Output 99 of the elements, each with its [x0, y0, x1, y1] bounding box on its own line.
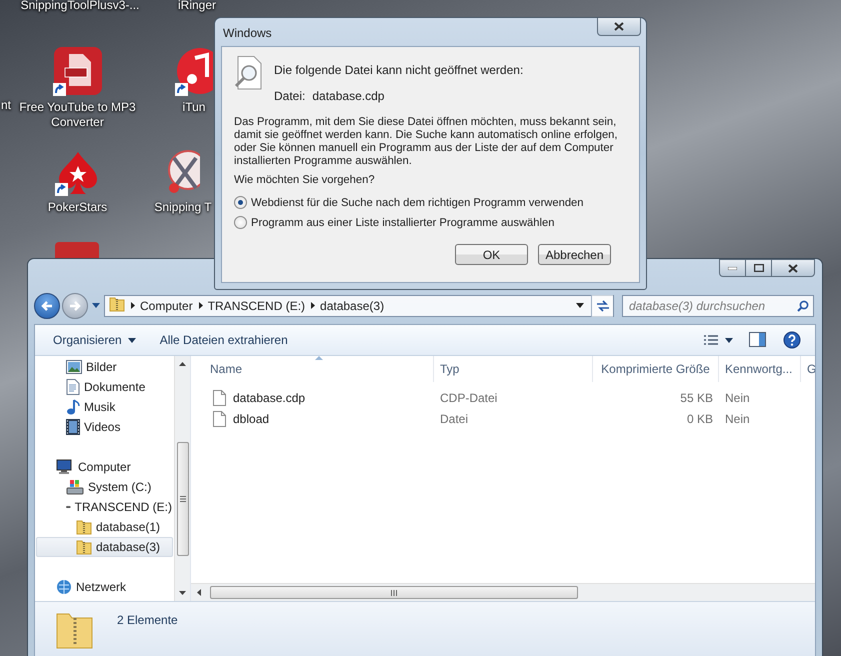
- globe-icon: [56, 579, 72, 595]
- arrow-up-icon: [179, 362, 186, 366]
- ok-button[interactable]: OK: [455, 244, 528, 265]
- chevron-icon: [198, 302, 203, 309]
- file-icon: [213, 410, 226, 426]
- table-cell-text: 55 KB: [679, 390, 714, 404]
- file-label: Datei:: [274, 89, 306, 103]
- drive-icon: [66, 479, 84, 495]
- minimize-button[interactable]: [719, 259, 745, 277]
- column-header[interactable]: Kennwortg...: [719, 356, 801, 382]
- file-row[interactable]: dbload Datei 0 KB Nein: [204, 408, 815, 429]
- dialog-message: Das Programm, mit dem Sie diese Datei öffnen möchten, muss bekannt sein, damit sie geöffnet werden kann. Die Suche kann automatisch online erfolgen, oder Sie können manuell ein Programm aus der Liste der auf dem Computer installierten Programme auswählen.: [234, 116, 619, 168]
- nav-item[interactable]: database(1): [36, 517, 173, 537]
- nav-item[interactable]: database(3): [36, 537, 173, 557]
- desktop-icon-label[interactable]: Free YouTube to MP3 Converter: [15, 100, 140, 130]
- caret-icon: [725, 338, 733, 342]
- search-icon: [797, 300, 809, 312]
- dialog-title: Windows: [223, 26, 272, 40]
- maximize-icon: [754, 264, 764, 272]
- close-icon: [788, 264, 798, 272]
- chevron-icon: [131, 302, 135, 309]
- nav-item[interactable]: Netzwerk: [36, 577, 173, 597]
- arrow-down-icon: [179, 591, 186, 595]
- nav-item[interactable]: Videos: [36, 417, 173, 437]
- file-name: database.cdp: [312, 89, 384, 103]
- desktop-icon-label[interactable]: iRinger: [178, 0, 216, 13]
- nav-item[interactable]: System (C:): [36, 477, 173, 497]
- arrow-left-icon: [196, 589, 200, 596]
- table-cell-text: 0 KB: [686, 412, 714, 426]
- preview-pane-icon: [749, 332, 767, 348]
- address-bar[interactable]: Computer TRANSCEND (E:) database(3): [104, 294, 614, 316]
- desktop-icon-label[interactable]: SnippingToolPlusv3-...: [20, 0, 140, 13]
- close-button[interactable]: [597, 18, 641, 36]
- desktop-icon-label[interactable]: iTun: [182, 100, 206, 115]
- radio-option[interactable]: Webdienst für die Suche nach dem richtigen Programm verwenden: [234, 196, 627, 209]
- zip-folder-icon: [76, 539, 92, 555]
- search-field[interactable]: database(3) durchsuchen: [622, 294, 814, 316]
- breadcrumb-item[interactable]: TRANSCEND (E:): [202, 298, 312, 312]
- table-cell-text: Nein: [724, 390, 751, 404]
- minimize-icon: [728, 266, 737, 270]
- back-arrow-icon: [41, 300, 53, 312]
- breadcrumb-item[interactable]: Computer: [135, 298, 199, 312]
- file-icon: [213, 390, 226, 406]
- nav-item[interactable]: Computer: [36, 457, 173, 477]
- dialog-heading: Die folgende Datei kann nicht geöffnet werden:: [274, 63, 524, 77]
- mp3-icon: [52, 46, 102, 96]
- column-header[interactable]: Komprimierte Größe: [593, 356, 719, 382]
- file-name: dbload: [204, 410, 434, 426]
- film-icon: [66, 419, 80, 435]
- document-icon: [66, 379, 80, 395]
- grip-icon: [180, 496, 186, 502]
- column-header[interactable]: Typ: [434, 356, 593, 382]
- nav-item[interactable]: Bilder: [36, 357, 173, 377]
- column-header[interactable]: Name: [204, 356, 434, 382]
- close-icon: [614, 22, 624, 31]
- music-note-icon: [175, 46, 213, 96]
- caret-icon: [92, 303, 100, 308]
- table-cell-text: Nein: [724, 412, 751, 426]
- grip-icon: [391, 590, 397, 596]
- breadcrumb-item[interactable]: database(3): [315, 298, 390, 312]
- picture-icon: [66, 360, 82, 374]
- nav-item[interactable]: Dokumente: [36, 377, 173, 397]
- table-cell-text: CDP-Datei: [439, 390, 498, 404]
- refresh-button[interactable]: [591, 294, 613, 316]
- item-count: 2 Elemente: [117, 613, 178, 627]
- computer-icon: [56, 459, 74, 475]
- dropdown-arrow-icon: [576, 303, 584, 308]
- list-view-icon: [703, 334, 719, 346]
- refresh-icon: [596, 300, 610, 312]
- vertical-scrollbar[interactable]: [174, 356, 190, 601]
- radio-button[interactable]: [234, 216, 247, 229]
- scissors-icon: [166, 150, 200, 196]
- desktop-icon-label[interactable]: Snipping T: [154, 200, 212, 215]
- caret-icon: [128, 338, 136, 342]
- dialog-question: Wie möchten Sie vorgehen?: [234, 174, 376, 186]
- desktop-icon-label[interactable]: nt: [0, 98, 11, 113]
- forward-button[interactable]: [62, 292, 88, 318]
- file-name: database.cdp: [204, 390, 434, 406]
- cancel-button[interactable]: Abbrechen: [538, 244, 611, 265]
- close-button[interactable]: [771, 259, 815, 277]
- radio-option[interactable]: Programm aus einer Liste installierter Programme auswählen: [234, 216, 627, 229]
- desktop-icon-label[interactable]: PokerStars: [48, 200, 108, 215]
- file-row[interactable]: database.cdp CDP-Datei 55 KB Nein: [204, 387, 815, 408]
- zip-folder-icon: [76, 519, 92, 535]
- back-button[interactable]: [34, 292, 60, 318]
- radio-button[interactable]: [234, 196, 247, 209]
- chevron-icon: [311, 302, 316, 309]
- extract-all-button[interactable]: Alle Dateien extrahieren: [152, 329, 296, 351]
- file-search-icon: [234, 56, 264, 92]
- help-icon: [783, 331, 801, 349]
- horizontal-scrollbar[interactable]: [191, 583, 815, 601]
- table-cell-text: Datei: [439, 412, 470, 426]
- music-note-icon: [66, 399, 80, 415]
- nav-item[interactable]: TRANSCEND (E:): [36, 497, 173, 517]
- maximize-button[interactable]: [745, 259, 771, 277]
- zip-folder-icon: [109, 296, 125, 312]
- nav-item[interactable]: Musik: [36, 397, 173, 417]
- organize-menu[interactable]: Organisieren: [45, 329, 144, 351]
- forward-arrow-icon: [69, 300, 81, 312]
